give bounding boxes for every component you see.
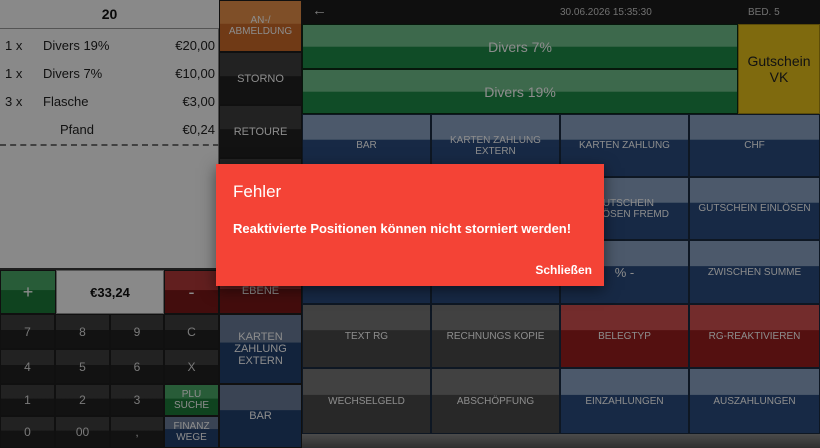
close-button[interactable]: Schließen bbox=[535, 263, 592, 277]
dialog-title: Fehler bbox=[233, 182, 282, 201]
dialog-message: Reaktivierte Positionen können nicht sto… bbox=[233, 221, 572, 236]
error-dialog: Fehler Reaktivierte Positionen können ni… bbox=[216, 164, 604, 286]
